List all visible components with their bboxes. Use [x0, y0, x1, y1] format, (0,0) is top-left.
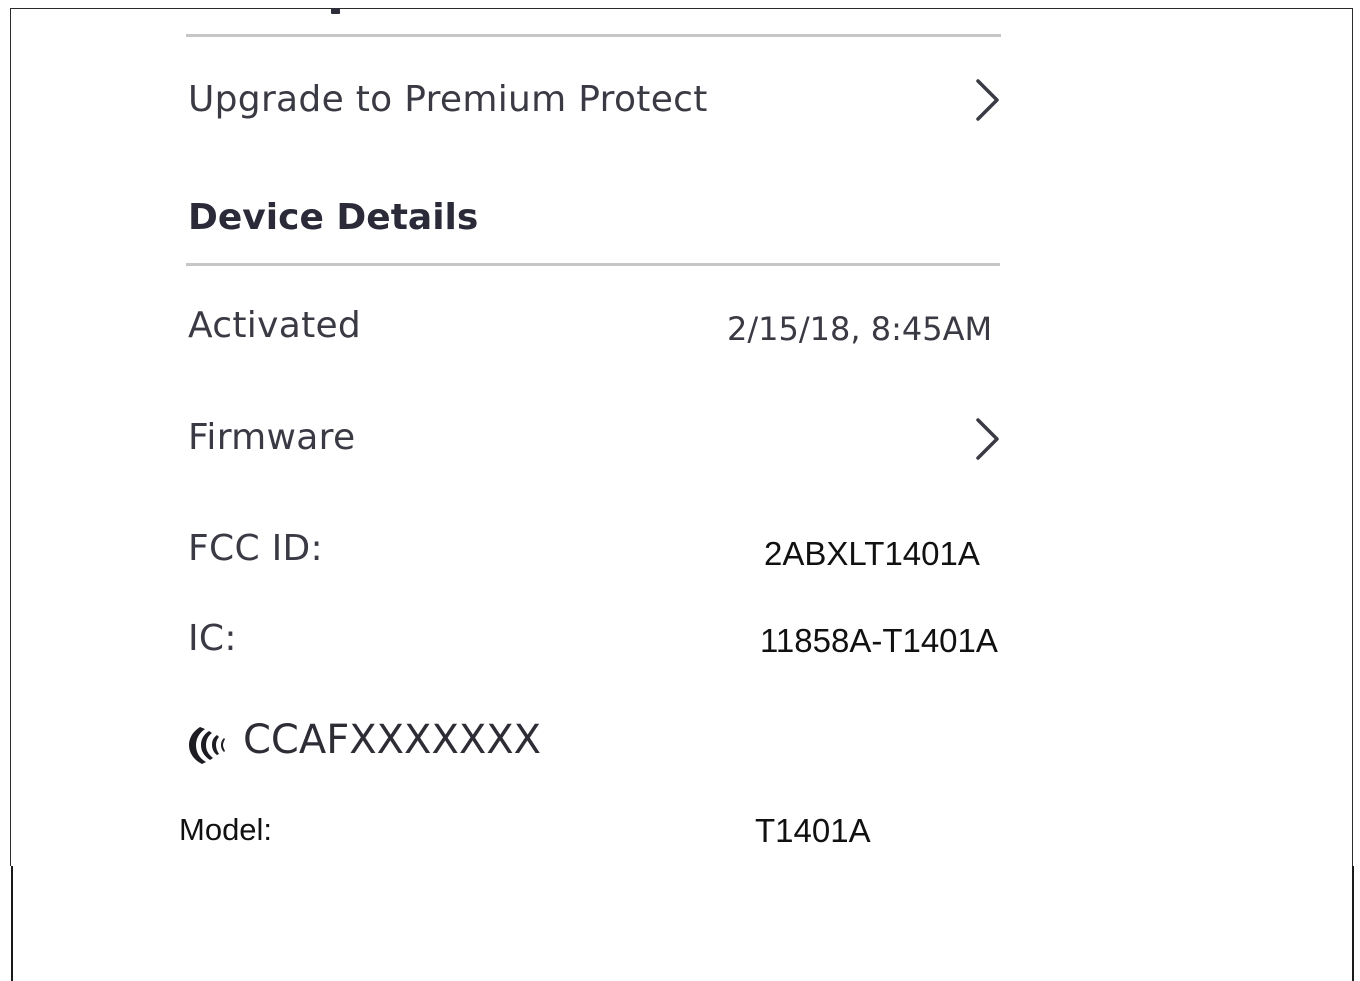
- ic-label: IC:: [188, 618, 237, 659]
- frame-border-left-lower: [11, 866, 13, 981]
- frame-border-right: [1352, 8, 1353, 866]
- frame-border-top: [10, 8, 1353, 9]
- ncc-certification-icon: [186, 723, 232, 767]
- firmware-label: Firmware: [188, 417, 356, 458]
- ccaf-code: CCAFXXXXXXX: [243, 717, 542, 763]
- cutoff-previous-section: [331, 8, 340, 14]
- model-label: Model:: [179, 812, 273, 847]
- upgrade-premium-label: Upgrade to Premium Protect: [188, 79, 708, 120]
- device-settings-screen: Upgrade to Premium Protect Device Detail…: [0, 0, 1360, 981]
- chevron-right-icon[interactable]: [972, 78, 1002, 122]
- frame-border-left: [10, 8, 11, 866]
- ic-value: 11858A-T1401A: [760, 622, 998, 659]
- device-details-heading: Device Details: [188, 197, 479, 238]
- divider-top: [186, 34, 1001, 37]
- fcc-id-value: 2ABXLT1401A: [764, 535, 980, 572]
- activated-value: 2/15/18, 8:45AM: [727, 310, 993, 348]
- fcc-id-label: FCC ID:: [188, 528, 323, 569]
- frame-border-right-lower: [1352, 866, 1354, 981]
- activated-label: Activated: [188, 305, 362, 346]
- divider-device-details: [186, 263, 1000, 266]
- model-value: T1401A: [755, 812, 871, 849]
- chevron-right-icon[interactable]: [972, 417, 1002, 461]
